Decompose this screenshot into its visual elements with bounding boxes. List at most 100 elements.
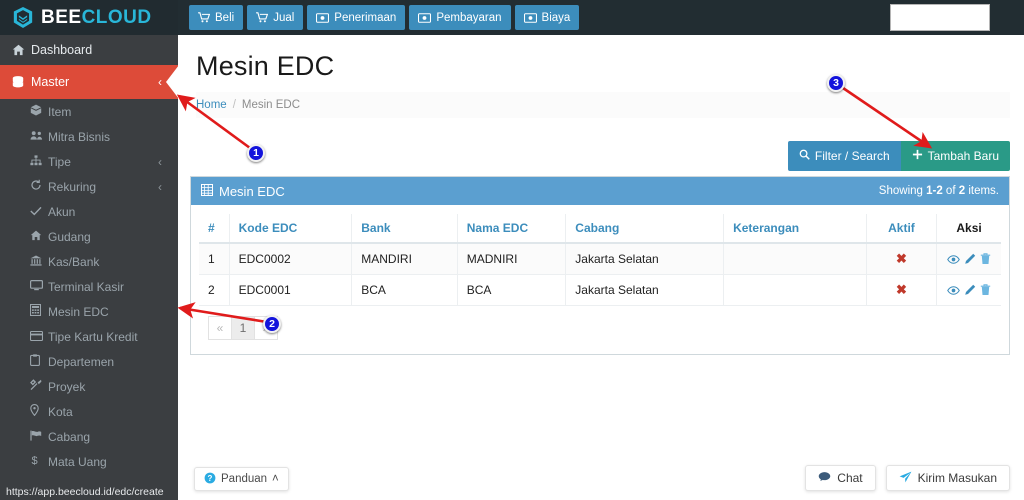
mesin-edc-panel: Mesin EDC Showing 1-2 of 2 items. # Kode… bbox=[190, 176, 1010, 355]
shopping-cart-icon bbox=[198, 12, 210, 23]
nav-button-jual[interactable]: Jual bbox=[247, 5, 304, 30]
nav-button-penerimaan[interactable]: Penerimaan bbox=[307, 5, 406, 30]
sidebar-item-departemen[interactable]: Departemen bbox=[0, 349, 178, 374]
nav-button-biaya[interactable]: Biaya bbox=[514, 5, 580, 30]
pencil-icon[interactable] bbox=[964, 284, 976, 296]
search-icon bbox=[799, 149, 810, 163]
sidebar-label-rekuring: Rekuring bbox=[48, 179, 97, 194]
cell-no: 1 bbox=[199, 243, 230, 275]
sidebar-label-mitra-bisnis: Mitra Bisnis bbox=[48, 129, 111, 144]
shopping-cart-icon bbox=[256, 12, 269, 23]
svg-text:$: $ bbox=[31, 455, 37, 466]
sidebar: Dashboard Master ‹ Item Mitra Bisnis Tip… bbox=[0, 35, 179, 500]
trash-icon[interactable] bbox=[980, 253, 991, 265]
pagination-page-1[interactable]: 1 bbox=[231, 316, 255, 340]
sidebar-item-item[interactable]: Item bbox=[0, 99, 178, 124]
cell-nama-edc: MADNIRI bbox=[457, 243, 567, 275]
sidebar-item-cabang[interactable]: Cabang bbox=[0, 424, 178, 449]
mesin-edc-table: # Kode EDC Bank Nama EDC Cabang Keterang… bbox=[199, 214, 1001, 306]
sidebar-item-kota[interactable]: Kota bbox=[0, 399, 178, 424]
sidebar-label-mata-uang: Mata Uang bbox=[48, 454, 107, 469]
cell-bank: BCA bbox=[351, 274, 458, 306]
sidebar-item-proyek[interactable]: Proyek bbox=[0, 374, 178, 399]
sidebar-item-tipe-kartu-kredit[interactable]: Tipe Kartu Kredit bbox=[0, 324, 178, 349]
chevron-left-icon: ‹ bbox=[158, 75, 162, 89]
filter-search-button[interactable]: Filter / Search bbox=[787, 141, 901, 171]
nav-button-beli[interactable]: Beli bbox=[189, 5, 244, 30]
pagination-prev[interactable]: « bbox=[208, 316, 232, 340]
showing-suffix: items. bbox=[965, 185, 999, 197]
status-bar-url-text: https://app.beecloud.id/edc/create bbox=[6, 485, 164, 498]
sidebar-label-master: Master bbox=[31, 75, 70, 89]
sidebar-item-terminal-kasir[interactable]: Terminal Kasir bbox=[0, 274, 178, 299]
column-header-keterangan[interactable]: Keterangan bbox=[723, 214, 867, 244]
cell-aksi bbox=[936, 274, 1001, 306]
user-menu-box[interactable] bbox=[890, 4, 990, 31]
svg-text:?: ? bbox=[208, 474, 213, 483]
sidebar-item-rekuring[interactable]: Rekuring ‹ bbox=[0, 174, 178, 199]
breadcrumb-separator: / bbox=[232, 99, 236, 111]
chat-button[interactable]: Chat bbox=[805, 465, 876, 491]
dollar-icon: $ bbox=[30, 454, 48, 469]
kirim-masukan-button[interactable]: Kirim Masukan bbox=[885, 465, 1010, 491]
panel-title-text: Mesin EDC bbox=[219, 183, 285, 199]
breadcrumb: Home / Mesin EDC bbox=[196, 92, 1010, 118]
breadcrumb-home-link[interactable]: Home bbox=[196, 99, 227, 111]
eye-icon[interactable] bbox=[947, 254, 960, 265]
sidebar-label-item: Item bbox=[48, 104, 72, 119]
sidebar-label-tipe-kartu-kredit: Tipe Kartu Kredit bbox=[48, 329, 138, 344]
cell-keterangan bbox=[723, 274, 867, 306]
column-header-no[interactable]: # bbox=[199, 214, 230, 244]
nav-label-jual: Jual bbox=[273, 11, 295, 24]
column-header-nama-edc[interactable]: Nama EDC bbox=[457, 214, 567, 244]
table-row[interactable]: 2 EDC0001 BCA BCA Jakarta Selatan ✖ bbox=[199, 274, 1001, 306]
nav-label-beli: Beli bbox=[215, 11, 235, 24]
sidebar-label-mesin-edc: Mesin EDC bbox=[48, 304, 109, 319]
sidebar-item-tipe[interactable]: Tipe ‹ bbox=[0, 149, 178, 174]
nav-label-biaya: Biaya bbox=[541, 11, 571, 24]
trash-icon[interactable] bbox=[980, 284, 991, 296]
showing-range: 1-2 bbox=[926, 185, 943, 197]
column-header-kode-edc[interactable]: Kode EDC bbox=[229, 214, 353, 244]
column-header-cabang[interactable]: Cabang bbox=[565, 214, 725, 244]
kirim-masukan-label: Kirim Masukan bbox=[917, 471, 997, 485]
sidebar-item-mitra-bisnis[interactable]: Mitra Bisnis bbox=[0, 124, 178, 149]
table-row[interactable]: 1 EDC0002 MANDIRI MADNIRI Jakarta Selata… bbox=[199, 243, 1001, 275]
users-icon bbox=[30, 130, 48, 144]
main-content: Mesin EDC Home / Mesin EDC Filter / Sear… bbox=[178, 35, 1024, 500]
page-header: Mesin EDC bbox=[178, 35, 1024, 82]
brand-logo-area[interactable]: BEECLOUD bbox=[0, 0, 178, 35]
sidebar-item-mata-uang[interactable]: $ Mata Uang bbox=[0, 449, 178, 474]
panel-body: # Kode EDC Bank Nama EDC Cabang Keterang… bbox=[191, 205, 1009, 354]
home-icon bbox=[30, 230, 48, 244]
panel-title-group: Mesin EDC bbox=[201, 183, 285, 199]
pencil-icon[interactable] bbox=[964, 253, 976, 265]
sidebar-item-master[interactable]: Master ‹ bbox=[0, 65, 179, 99]
sidebar-label-kota: Kota bbox=[48, 404, 73, 419]
panduan-button[interactable]: ? Panduan ˄ bbox=[194, 467, 289, 491]
chat-label: Chat bbox=[837, 471, 863, 485]
sidebar-item-dashboard[interactable]: Dashboard bbox=[0, 35, 178, 65]
tambah-baru-button[interactable]: Tambah Baru bbox=[900, 141, 1010, 171]
column-header-aktif[interactable]: Aktif bbox=[866, 214, 938, 244]
filter-search-label: Filter / Search bbox=[814, 149, 890, 163]
cell-aktif: ✖ bbox=[866, 243, 938, 275]
sidebar-item-kas-bank[interactable]: Kas/Bank bbox=[0, 249, 178, 274]
row-action-group bbox=[946, 284, 992, 296]
table-icon bbox=[201, 183, 213, 199]
row-action-group bbox=[946, 253, 992, 265]
sidebar-item-akun[interactable]: Akun bbox=[0, 199, 178, 224]
flag-icon bbox=[30, 430, 48, 444]
cell-cabang: Jakarta Selatan bbox=[565, 243, 725, 275]
column-header-bank[interactable]: Bank bbox=[351, 214, 458, 244]
sidebar-label-gudang: Gudang bbox=[48, 229, 91, 244]
nav-button-pembayaran[interactable]: Pembayaran bbox=[409, 5, 511, 30]
money-bill-icon bbox=[316, 12, 330, 23]
eye-icon[interactable] bbox=[947, 285, 960, 296]
brand-bee: BEE bbox=[41, 7, 82, 28]
sidebar-item-gudang[interactable]: Gudang bbox=[0, 224, 178, 249]
nav-label-penerimaan: Penerimaan bbox=[334, 11, 397, 24]
sidebar-item-mesin-edc[interactable]: Mesin EDC bbox=[0, 299, 178, 324]
sidebar-label-akun: Akun bbox=[48, 204, 76, 219]
sidebar-label-terminal-kasir: Terminal Kasir bbox=[48, 279, 125, 294]
